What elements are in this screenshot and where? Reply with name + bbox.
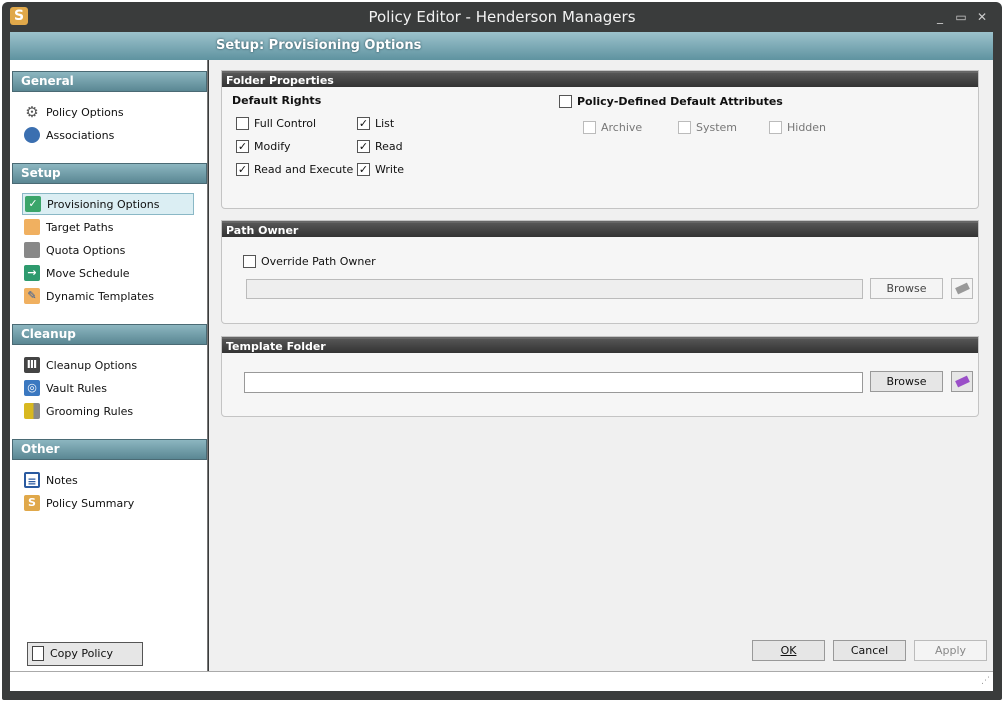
status-bar: ⋰ (10, 671, 993, 691)
sidebar-item-policy-summary[interactable]: S Policy Summary (22, 492, 194, 514)
eraser-icon (955, 282, 970, 295)
hidden-checkbox[interactable]: Hidden (769, 121, 826, 134)
template-folder-panel: Template Folder Browse (221, 336, 979, 417)
sidebar-item-vault-rules[interactable]: ◎ Vault Rules (22, 377, 194, 399)
read-and-execute-checkbox[interactable]: ✓ Read and Execute (236, 163, 353, 176)
scroll-search-icon: S (24, 495, 40, 511)
minimize-button[interactable]: _ (932, 10, 948, 24)
notepad-icon: ≡ (24, 472, 40, 488)
section-general: General (12, 71, 207, 92)
policy-defined-attributes-checkbox[interactable]: Policy-Defined Default Attributes (559, 95, 783, 108)
panel-header: Folder Properties (222, 71, 978, 87)
sidebar-item-associations[interactable]: Associations (22, 124, 194, 146)
sidebar-item-move-schedule[interactable]: → Move Schedule (22, 262, 194, 284)
funnel-icon (24, 403, 40, 419)
trash-icon: Ⅲ (24, 357, 40, 373)
check-icon: ✓ (25, 196, 41, 212)
sidebar: General ⚙ Policy Options Associations Set… (10, 60, 208, 682)
override-path-owner-checkbox[interactable]: Override Path Owner (243, 255, 376, 268)
folder-pen-icon: ✎ (24, 288, 40, 304)
template-folder-input[interactable] (244, 372, 863, 393)
copy-icon (32, 646, 44, 661)
sidebar-item-grooming-rules[interactable]: Grooming Rules (22, 400, 194, 422)
sidebar-item-cleanup-options[interactable]: Ⅲ Cleanup Options (22, 354, 194, 376)
section-setup: Setup (12, 163, 207, 184)
path-owner-eraser-button[interactable] (951, 278, 973, 299)
template-folder-browse-button[interactable]: Browse (870, 371, 943, 392)
main-content: Folder Properties Default Rights Full Co… (209, 60, 993, 671)
sidebar-item-notes[interactable]: ≡ Notes (22, 469, 194, 491)
panel-header: Template Folder (222, 337, 978, 353)
default-rights-label: Default Rights (232, 94, 322, 107)
panel-header: Path Owner (222, 221, 978, 237)
archive-checkbox[interactable]: Archive (583, 121, 642, 134)
users-icon (24, 127, 40, 143)
path-owner-input[interactable] (246, 279, 863, 299)
page-header: Setup: Provisioning Options (10, 32, 993, 60)
vault-icon: ◎ (24, 380, 40, 396)
apply-button[interactable]: Apply (914, 640, 987, 661)
template-folder-eraser-button[interactable] (951, 371, 973, 392)
resize-grip-icon[interactable]: ⋰ (981, 676, 990, 686)
full-control-checkbox[interactable]: Full Control (236, 117, 316, 130)
gear-icon: ⚙ (25, 103, 39, 121)
read-checkbox[interactable]: ✓ Read (357, 140, 403, 153)
folder-properties-panel: Folder Properties Default Rights Full Co… (221, 70, 979, 209)
sidebar-item-provisioning-options[interactable]: ✓ Provisioning Options (22, 193, 194, 215)
eraser-icon (955, 375, 970, 388)
ok-button[interactable]: OK (752, 640, 825, 661)
path-owner-browse-button[interactable]: Browse (870, 278, 943, 299)
list-checkbox[interactable]: ✓ List (357, 117, 394, 130)
modify-checkbox[interactable]: ✓ Modify (236, 140, 290, 153)
database-chart-icon (24, 242, 40, 258)
close-button[interactable]: ✕ (974, 10, 990, 24)
window-title: Policy Editor - Henderson Managers (368, 8, 636, 26)
copy-policy-data-button[interactable]: Copy Policy Data (27, 642, 143, 682)
sidebar-item-quota-options[interactable]: Quota Options (22, 239, 194, 261)
arrow-right-icon: → (24, 265, 40, 281)
section-cleanup: Cleanup (12, 324, 207, 345)
folder-network-icon (24, 219, 40, 235)
path-owner-panel: Path Owner Override Path Owner Browse (221, 220, 979, 324)
section-other: Other (12, 439, 207, 460)
sidebar-item-dynamic-templates[interactable]: ✎ Dynamic Templates (22, 285, 194, 307)
sidebar-item-target-paths[interactable]: Target Paths (22, 216, 194, 238)
sidebar-item-policy-options[interactable]: ⚙ Policy Options (22, 101, 194, 123)
cancel-button[interactable]: Cancel (833, 640, 906, 661)
write-checkbox[interactable]: ✓ Write (357, 163, 404, 176)
system-checkbox[interactable]: System (678, 121, 737, 134)
maximize-button[interactable]: ▭ (953, 10, 969, 24)
